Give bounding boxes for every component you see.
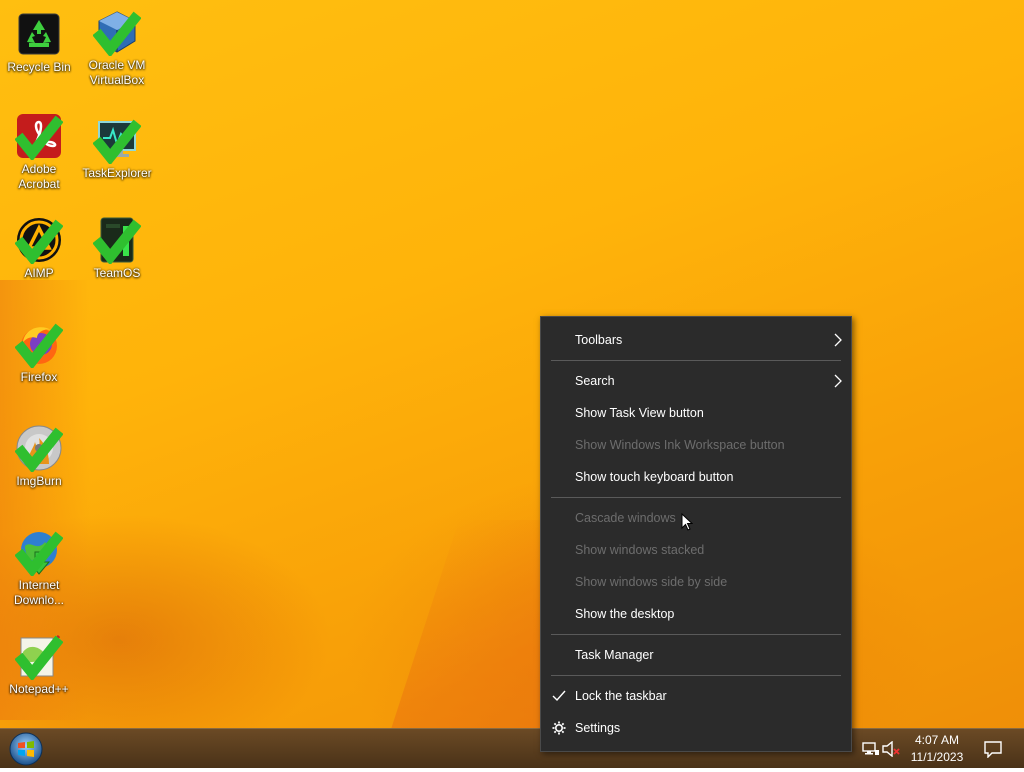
icon-label: Notepad++ (9, 682, 69, 696)
shortcut-arrow-icon (93, 119, 141, 164)
menu-item-label: Settings (575, 721, 621, 735)
icon-label: TaskExplorer (82, 166, 152, 180)
desktop-icon-firefox[interactable]: Firefox (1, 320, 77, 385)
menu-item-label: Search (575, 374, 615, 388)
menu-item-label: Cascade windows (575, 511, 676, 525)
clock-date: 11/1/2023 (910, 750, 964, 764)
menu-separator (551, 360, 841, 361)
desktop-icon-aimp[interactable]: AIMP (1, 216, 77, 281)
menu-item-label: Show Windows Ink Workspace button (575, 438, 785, 452)
icon-label: Adobe Acrobat (18, 162, 60, 191)
desktop-icon-adobe-acrobat[interactable]: Adobe Acrobat (1, 112, 77, 192)
menu-item-label: Toolbars (575, 333, 623, 347)
menu-item-label: Show windows stacked (575, 543, 705, 557)
desktop-icon-teamos[interactable]: TeamOS (79, 216, 155, 281)
clock[interactable]: 4:07 AM 11/1/2023 (902, 732, 972, 766)
desktop-icon-imgburn[interactable]: ImgBurn (1, 424, 77, 489)
desktop-icon-internet-download-manager[interactable]: Internet Downlo... (1, 528, 77, 608)
menu-item-label: Lock the taskbar (575, 689, 667, 703)
system-tray: 4:07 AM 11/1/2023 (854, 729, 1024, 769)
shortcut-arrow-icon (93, 219, 141, 264)
start-button[interactable] (6, 731, 46, 767)
windows-logo-icon (9, 732, 43, 766)
menu-item-show-desktop[interactable]: Show the desktop (541, 598, 851, 630)
menu-item-cascade-windows: Cascade windows (541, 502, 851, 534)
desktop-icon-virtualbox[interactable]: Oracle VM VirtualBox (79, 8, 155, 88)
shortcut-arrow-icon (15, 635, 63, 680)
desktop[interactable]: Recycle Bin Oracle VM VirtualBox Adobe A… (0, 0, 1024, 728)
chevron-right-icon (834, 333, 842, 347)
taskbar-context-menu: Toolbars Search Show Task View button Sh… (540, 316, 852, 752)
menu-separator (551, 675, 841, 676)
checkmark-icon (552, 690, 566, 702)
desktop-icon-recycle-bin[interactable]: Recycle Bin (1, 10, 77, 75)
shortcut-arrow-icon (15, 531, 63, 576)
menu-item-label: Show Task View button (575, 406, 704, 420)
menu-item-task-manager[interactable]: Task Manager (541, 639, 851, 671)
menu-item-label: Show windows side by side (575, 575, 728, 589)
menu-item-show-ink-workspace: Show Windows Ink Workspace button (541, 429, 851, 461)
menu-item-search[interactable]: Search (541, 365, 851, 397)
mouse-pointer-icon (681, 513, 693, 531)
desktop-icon-notepad-plus-plus[interactable]: Notepad++ (1, 632, 77, 697)
icon-label: Oracle VM VirtualBox (88, 58, 146, 87)
shortcut-arrow-icon (15, 219, 63, 264)
gear-icon (552, 721, 566, 735)
menu-item-show-windows-stacked: Show windows stacked (541, 534, 851, 566)
shortcut-arrow-icon (15, 115, 63, 160)
action-center-icon[interactable] (984, 740, 1002, 758)
desktop-icon-taskexplorer[interactable]: TaskExplorer (79, 116, 155, 181)
icon-label: Recycle Bin (7, 60, 71, 74)
menu-item-toolbars[interactable]: Toolbars (541, 324, 851, 356)
icon-label: AIMP (24, 266, 54, 280)
shortcut-arrow-icon (93, 11, 141, 56)
menu-separator (551, 497, 841, 498)
taskbar[interactable]: 4:07 AM 11/1/2023 (0, 728, 1024, 768)
menu-item-label: Task Manager (575, 648, 654, 662)
menu-item-show-windows-side-by-side: Show windows side by side (541, 566, 851, 598)
menu-item-lock-taskbar[interactable]: Lock the taskbar (541, 680, 851, 712)
menu-item-label: Show the desktop (575, 607, 675, 621)
network-icon[interactable] (862, 741, 880, 757)
menu-item-show-touch-keyboard[interactable]: Show touch keyboard button (541, 461, 851, 493)
icon-label: Firefox (20, 370, 58, 384)
shortcut-arrow-icon (15, 427, 63, 472)
icon-label: ImgBurn (16, 474, 62, 488)
volume-muted-icon[interactable] (882, 741, 900, 757)
menu-separator (551, 634, 841, 635)
menu-item-label: Show touch keyboard button (575, 470, 734, 484)
clock-time: 4:07 AM (914, 733, 960, 747)
shortcut-arrow-icon (15, 323, 63, 368)
icon-label: TeamOS (93, 266, 141, 280)
recycle-bin-icon (18, 13, 60, 55)
icon-label: Internet Downlo... (13, 578, 65, 607)
menu-item-show-task-view[interactable]: Show Task View button (541, 397, 851, 429)
menu-item-settings[interactable]: Settings (541, 712, 851, 744)
chevron-right-icon (834, 374, 842, 388)
